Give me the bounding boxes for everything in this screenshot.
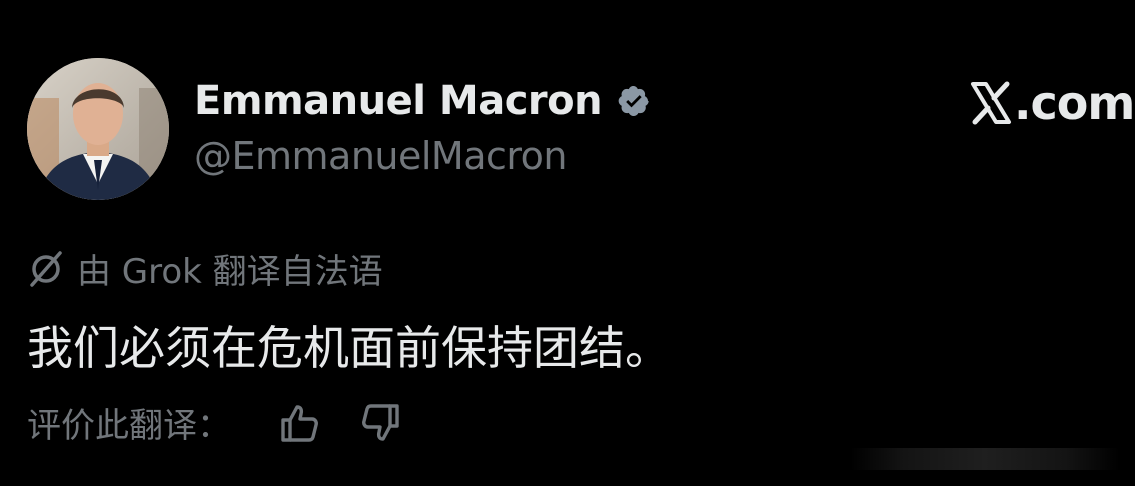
brand-watermark: .com: [969, 76, 1135, 130]
avatar[interactable]: [27, 58, 169, 200]
author-name-row: Emmanuel Macron: [194, 74, 654, 128]
image-watermark: [850, 448, 1120, 470]
grok-icon: [27, 250, 65, 288]
author-handle[interactable]: @EmmanuelMacron: [194, 134, 568, 178]
avatar-photo: [27, 58, 169, 200]
brand-domain: .com: [1014, 76, 1135, 130]
thumbs-up-icon[interactable]: [277, 401, 321, 445]
tweet-text: 我们必须在危机面前保持团结。: [27, 321, 671, 375]
translation-note-text: 由 Grok 翻译自法语: [77, 252, 383, 292]
verified-badge-icon: [614, 81, 654, 121]
author-name[interactable]: Emmanuel Macron: [194, 78, 603, 124]
x-logo-icon: [969, 80, 1013, 126]
rate-translation-label: 评价此翻译：: [27, 406, 231, 446]
translation-note: 由 Grok 翻译自法语: [27, 244, 383, 293]
rate-translation-row: 评价此翻译：: [27, 398, 403, 447]
thumbs-down-icon[interactable]: [359, 401, 403, 445]
